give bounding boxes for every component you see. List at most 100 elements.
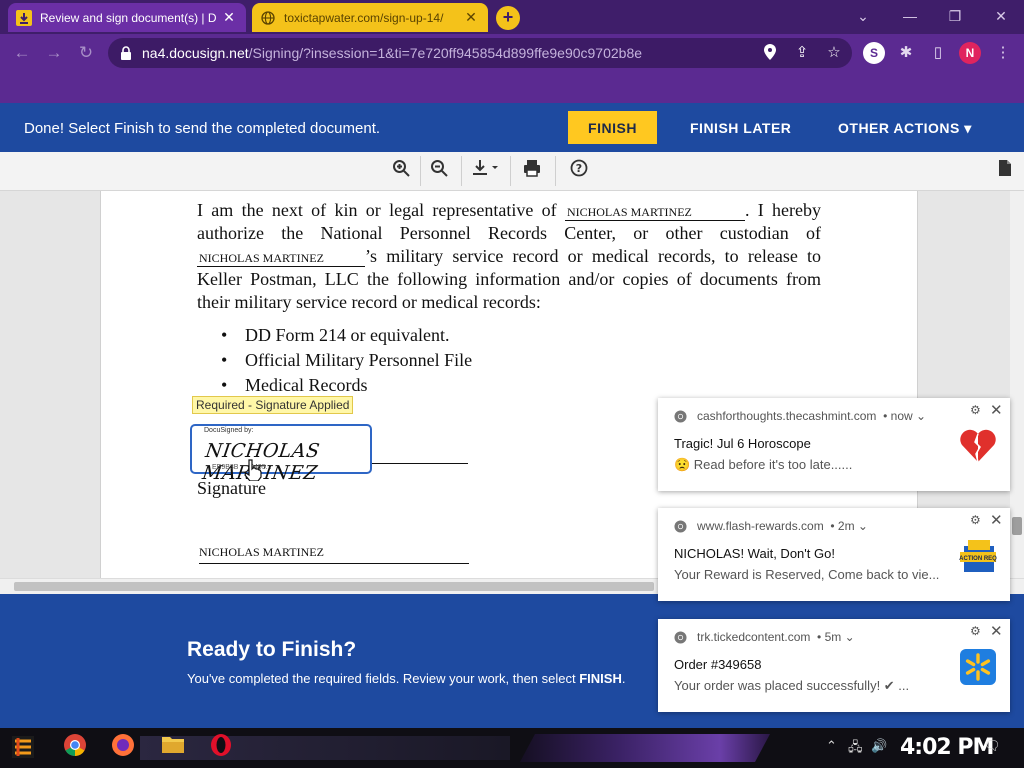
notification-card[interactable]: cashforthoughts.thecashmint.com • now ⌄ … <box>658 398 1010 491</box>
scrollbar-thumb[interactable] <box>14 582 654 591</box>
notification-title: Tragic! Jul 6 Horoscope <box>674 436 811 451</box>
service-member-name-field: NICHOLAS MARTINEZ <box>197 250 365 267</box>
download-document-icon[interactable] <box>470 159 502 183</box>
scrollbar-thumb[interactable] <box>1012 517 1022 535</box>
back-icon[interactable]: ← <box>10 41 34 65</box>
network-icon[interactable]: 🖧 <box>848 738 863 760</box>
notification-body: 😟 Read before it's too late...... <box>674 457 853 472</box>
signature-field[interactable]: DocuSigned by: NICHOLAS MARTINEZ EE9B3B … <box>190 424 372 484</box>
svg-text:?: ? <box>576 162 582 175</box>
opera-taskbar-icon[interactable] <box>206 733 236 763</box>
browser-tab-strip: Review and sign document(s) | D ✕ toxict… <box>0 0 1024 34</box>
side-panel-icon[interactable]: ▯ <box>927 42 949 64</box>
globe-icon <box>260 10 276 26</box>
taskbar: ⌃ 🖧 🔊 4:02 PM 🗨 <box>0 728 1024 768</box>
svg-text:ACTION REQ: ACTION REQ <box>959 556 997 562</box>
notification-close-icon[interactable]: ✕ <box>990 622 1003 640</box>
completion-message: Done! Select Finish to send the complete… <box>24 120 381 137</box>
notification-close-icon[interactable]: ✕ <box>990 401 1003 419</box>
download-icon <box>16 9 32 26</box>
restore-icon[interactable]: ❐ <box>940 4 970 28</box>
toolbar-divider <box>510 156 511 186</box>
printed-name-field: NICHOLAS MARTINEZ <box>199 545 469 564</box>
location-icon[interactable] <box>760 44 780 62</box>
finish-later-button[interactable]: FINISH LATER <box>690 120 791 136</box>
paragraph-text: I am the next of kin or legal representa… <box>197 200 557 220</box>
address-bar[interactable]: na4.docusign.net/Signing/?insession=1&ti… <box>108 38 852 68</box>
taskbar-clock[interactable]: 4:02 PM <box>900 735 994 760</box>
start-button-icon[interactable] <box>8 733 38 763</box>
ready-subtitle: You've completed the required fields. Re… <box>187 671 626 686</box>
reload-icon[interactable]: ↻ <box>74 41 98 65</box>
tab-search-icon[interactable]: ⌄ <box>848 4 878 28</box>
close-tab-icon[interactable]: ✕ <box>462 9 480 26</box>
file-explorer-icon[interactable] <box>158 733 188 763</box>
notification-settings-icon[interactable]: ⚙ <box>970 624 981 638</box>
toolbar-divider <box>461 156 462 186</box>
notification-body: Your Reward is Reserved, Come back to vi… <box>674 567 940 582</box>
extension-s-icon[interactable]: S <box>863 42 885 64</box>
notification-card[interactable]: trk.tickedcontent.com • 5m ⌄ ⚙ ✕ Order #… <box>658 619 1010 712</box>
extensions-puzzle-icon[interactable]: ✱ <box>895 42 917 64</box>
help-icon[interactable]: ? <box>566 159 592 183</box>
forward-icon[interactable]: → <box>42 41 66 65</box>
tab-docusign[interactable]: Review and sign document(s) | D ✕ <box>8 3 246 32</box>
notification-source: www.flash-rewards.com • 2m ⌄ <box>674 519 868 533</box>
notification-close-icon[interactable]: ✕ <box>990 511 1003 529</box>
close-window-icon[interactable]: ✕ <box>986 4 1016 28</box>
zoom-out-icon[interactable] <box>426 159 452 183</box>
list-item: Official Military Personnel File <box>197 348 472 373</box>
bookmark-star-icon[interactable]: ☆ <box>824 44 844 62</box>
lock-icon <box>120 46 134 60</box>
docusign-action-bar: Done! Select Finish to send the complete… <box>0 103 1024 152</box>
walmart-spark-icon <box>958 647 998 687</box>
volume-icon[interactable]: 🔊 <box>871 738 887 754</box>
next-of-kin-name-field: NICHOLAS MARTINEZ <box>564 204 745 221</box>
ready-title: Ready to Finish? <box>187 638 357 661</box>
tray-chevron-icon[interactable]: ⌃ <box>826 738 837 754</box>
new-tab-button[interactable]: + <box>496 6 520 30</box>
signature-line <box>372 463 468 464</box>
zoom-in-icon[interactable] <box>388 159 414 183</box>
url-path: /Signing/?insession=1&ti=7e720ff945854d8… <box>248 45 643 61</box>
toolbar-divider <box>555 156 556 186</box>
tab-title: Review and sign document(s) | D <box>40 10 217 25</box>
docusigned-by-label: DocuSigned by: <box>204 427 254 434</box>
notification-settings-icon[interactable]: ⚙ <box>970 403 981 417</box>
chrome-taskbar-icon[interactable] <box>60 733 90 763</box>
close-tab-icon[interactable]: ✕ <box>220 9 238 26</box>
action-center-icon[interactable]: 🗨 <box>984 738 1001 754</box>
notification-card[interactable]: www.flash-rewards.com • 2m ⌄ ⚙ ✕ NICHOLA… <box>658 508 1010 601</box>
firefox-taskbar-icon[interactable] <box>108 733 138 763</box>
notification-title: Order #349658 <box>674 657 762 672</box>
page-top-band <box>0 72 1024 103</box>
list-item: DD Form 214 or equivalent. <box>197 323 472 348</box>
chrome-icon <box>674 409 687 423</box>
notification-title: NICHOLAS! Wait, Don't Go! <box>674 546 835 561</box>
profile-avatar[interactable]: N <box>959 42 981 64</box>
required-signature-tag: Required - Signature Applied <box>192 396 354 414</box>
print-icon[interactable] <box>519 159 545 183</box>
menu-kebab-icon[interactable]: ⋮ <box>992 42 1014 64</box>
taskbar-decoration <box>140 736 510 760</box>
records-list: DD Form 214 or equivalent. Official Mili… <box>197 323 472 398</box>
minimize-icon[interactable]: — <box>895 4 925 28</box>
authorization-paragraph: I am the next of kin or legal representa… <box>197 199 821 314</box>
signature-caption: Signature <box>197 478 266 498</box>
notification-settings-icon[interactable]: ⚙ <box>970 513 981 527</box>
document-toolbar: ? <box>0 152 1024 191</box>
tab-toxictapwater[interactable]: toxictapwater.com/sign-up-14/ ✕ <box>252 3 488 32</box>
chrome-icon <box>674 519 687 533</box>
chrome-icon <box>674 630 687 644</box>
action-req-badge-icon: ACTION REQ <box>958 536 998 576</box>
browser-toolbar: ← → ↻ na4.docusign.net/Signing/?insessio… <box>0 34 1024 72</box>
other-actions-button[interactable]: OTHER ACTIONS ▾ <box>838 120 972 137</box>
finish-button[interactable]: FINISH <box>568 111 657 144</box>
url-host: na4.docusign.net <box>142 45 249 61</box>
notification-source: cashforthoughts.thecashmint.com • now ⌄ <box>674 409 926 423</box>
toolbar-divider <box>420 156 421 186</box>
tab-title: toxictapwater.com/sign-up-14/ <box>284 10 444 25</box>
vertical-scrollbar[interactable] <box>1010 191 1024 578</box>
document-pages-icon[interactable] <box>992 159 1018 183</box>
share-icon[interactable]: ⇪ <box>792 44 812 62</box>
